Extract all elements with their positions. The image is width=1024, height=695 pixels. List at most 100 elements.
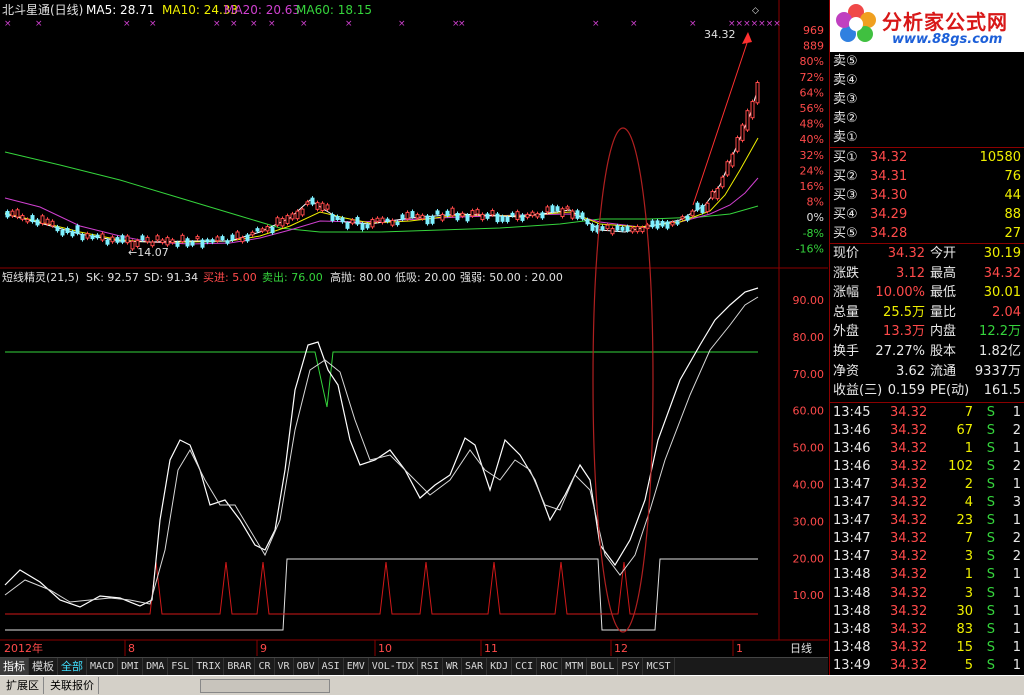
indicator-tab[interactable]: BRAR [224, 657, 256, 676]
tick-volume: 30 [956, 603, 973, 619]
high-price-label: 34.32 [704, 28, 736, 41]
tick-side: S [986, 513, 995, 529]
kline-chart[interactable]: 北斗星通(日线) MA5: 28.71 MA10: 24.33 MA20: 20… [0, 0, 828, 660]
candle-body [290, 213, 295, 220]
stat-row: 现价 34.32 今开 30.19 [830, 244, 1024, 263]
trend-arrow-head [742, 32, 752, 44]
candle-body [395, 221, 400, 226]
price-axis-label: 0% [807, 211, 824, 224]
candle-body [170, 239, 175, 244]
indicator-tab[interactable]: EMV [344, 657, 369, 676]
candle-body [185, 238, 190, 247]
stat-label: 流通 [930, 363, 957, 379]
price-axis-label: 969 [803, 24, 824, 37]
tick-row: 13:47 34.32 4 S 3 [830, 493, 1024, 512]
stat-value: 9337万 [974, 363, 1021, 379]
candle-body [250, 231, 255, 236]
indicator-sd: SD: 91.34 [144, 271, 198, 284]
indicator-tab[interactable]: OBV [294, 657, 319, 676]
indicator-axis-label: 70.00 [793, 368, 825, 381]
buy-level-label: 买⑤ [833, 226, 858, 241]
tick-time: 13:47 [833, 531, 871, 547]
candle-body [585, 219, 590, 225]
tick-price: 34.32 [890, 585, 928, 601]
price-axis-label: -16% [796, 242, 824, 255]
buy-level-price: 34.31 [870, 169, 908, 184]
candle-body [580, 212, 585, 220]
indicator-tab[interactable]: CR [255, 657, 275, 676]
date-axis-month: 12 [614, 642, 628, 655]
candle-body [95, 234, 100, 239]
indicator-tab[interactable]: KDJ [487, 657, 513, 676]
indicator-tab-bar: 指标 模板 全部 MACD DMI DMA FSL TRIX BRAR CR VR OBV ASI EMV… [0, 657, 828, 676]
tick-count: 1 [1012, 657, 1021, 673]
site-logo: 分析家公式网 www.88gs.com [830, 0, 1024, 52]
candle-body [310, 197, 315, 205]
indicator-tab[interactable]: MCST [643, 657, 675, 676]
indicator-tab[interactable]: 模板 [29, 657, 58, 676]
indicator-tab[interactable]: VOL-TDX [369, 657, 418, 676]
tick-volume: 15 [956, 639, 973, 655]
indicator-tab[interactable]: DMI [118, 657, 144, 676]
indicator-tab[interactable]: BOLL [587, 657, 619, 676]
candle-body [235, 231, 240, 240]
candle-body [440, 214, 445, 221]
indicator-tab[interactable]: FSL [168, 657, 194, 676]
candle-body [30, 215, 35, 223]
sell-level-row: 卖⑤ [830, 52, 1024, 71]
indicator-tab[interactable]: TRIX [193, 657, 225, 676]
candle-body [40, 215, 45, 224]
sell-level-row: 卖① [830, 128, 1024, 147]
indicator-tab[interactable]: PSY [618, 657, 644, 676]
tick-price: 34.32 [890, 603, 928, 619]
candle-body [60, 229, 65, 236]
indicator-tab[interactable]: ASI [319, 657, 344, 676]
stat-value: 2.04 [992, 304, 1021, 320]
stat-label: 净资 [833, 363, 860, 379]
tab-extension-area[interactable]: 扩展区 [2, 677, 44, 694]
indicator-tab[interactable]: MACD [87, 657, 119, 676]
chart-area[interactable]: 北斗星通(日线) MA5: 28.71 MA10: 24.33 MA20: 20… [0, 0, 828, 660]
tab-related-quotes[interactable]: 关联报价 [46, 677, 99, 694]
tick-side: S [986, 441, 995, 457]
candle-body [115, 237, 120, 243]
candle-body [65, 228, 70, 234]
indicator-sk: SK: 92.57 [86, 271, 139, 284]
candle-body [725, 161, 730, 176]
candle-body [675, 221, 680, 225]
signal-markers: × × × × × × × × × × × × × × × × ××××××× [4, 19, 781, 29]
indicator-tab[interactable]: ROC [537, 657, 563, 676]
tick-count: 1 [1012, 567, 1021, 583]
candle-body [335, 216, 340, 221]
tick-count: 2 [1012, 531, 1021, 547]
candle-body [70, 231, 75, 237]
buy-level-volume: 10580 [979, 150, 1021, 165]
candle-body [240, 237, 245, 243]
candle-body [385, 218, 390, 222]
candle-body [110, 236, 115, 243]
tick-time: 13:47 [833, 549, 871, 565]
indicator-tab[interactable]: MTM [562, 657, 588, 676]
indicator-tab[interactable]: CCI [512, 657, 538, 676]
horizontal-scrollbar[interactable] [200, 679, 330, 693]
candle-body [160, 239, 165, 244]
indicator-tab[interactable]: RSI [418, 657, 443, 676]
indicator-tab[interactable]: 指标 [0, 657, 29, 676]
candle-body [545, 206, 550, 213]
sell-level-row: 卖③ [830, 90, 1024, 109]
indicator-tab[interactable]: SAR [462, 657, 488, 676]
logo-url: www.88gs.com [892, 32, 1003, 47]
candle-body [100, 233, 105, 241]
candle-body [325, 204, 330, 210]
tick-side: S [986, 477, 995, 493]
tick-price: 34.32 [890, 657, 928, 673]
indicator-tab[interactable]: DMA [143, 657, 169, 676]
tick-row: 13:48 34.32 30 S 1 [830, 602, 1024, 621]
indicator-tab[interactable]: VR [275, 657, 294, 676]
sell-level-label: 卖⑤ [833, 54, 858, 69]
indicator-tab[interactable]: WR [443, 657, 463, 676]
sd-line [4, 296, 759, 605]
tick-price: 34.32 [890, 513, 928, 529]
price-axis-label: 889 [803, 40, 824, 53]
indicator-tab[interactable]: 全部 [58, 657, 87, 676]
